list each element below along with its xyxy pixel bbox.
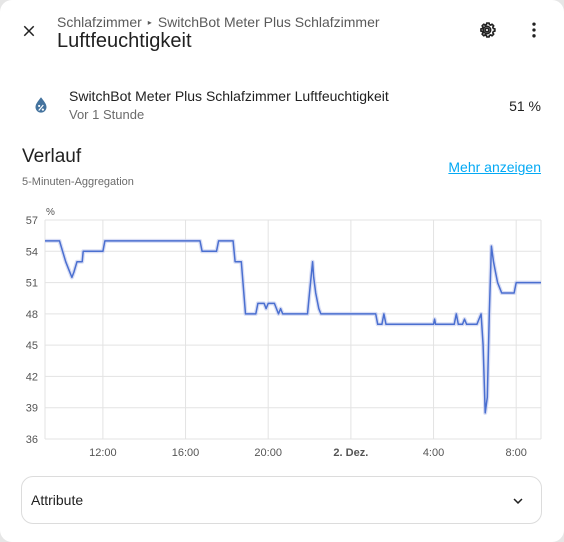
more-options-button[interactable] [520, 16, 548, 44]
settings-button[interactable] [473, 16, 501, 44]
close-button[interactable] [14, 16, 44, 46]
water-percent-icon [30, 94, 52, 116]
series-line-humidity [45, 240, 541, 414]
y-tick-label: 51 [26, 278, 38, 290]
y-unit-label: % [46, 207, 55, 218]
history-chart-svg: 57 54 51 48 45 42 39 36% 12:00 16:00 20:00 2. Dez. 4… [26, 207, 542, 459]
attributes-expander[interactable]: Attribute [21, 476, 542, 524]
x-tick-label: 12:00 [89, 447, 117, 459]
entity-state: 51 % [509, 98, 541, 114]
gear-icon [480, 22, 496, 38]
chevron-down-icon [507, 490, 529, 512]
entity-row: SwitchBot Meter Plus Schlafzimmer Luftfe… [0, 82, 564, 126]
entity-name: SwitchBot Meter Plus Schlafzimmer Luftfe… [69, 88, 389, 104]
breadcrumb-area[interactable]: Schlafzimmer [57, 14, 142, 30]
show-more-link[interactable]: Mehr anzeigen [448, 159, 541, 175]
series-minmax-band [45, 238, 541, 415]
close-icon [23, 25, 35, 37]
entity-last-changed: Vor 1 Stunde [69, 107, 145, 122]
more-vertical-icon [532, 22, 536, 38]
x-tick-label: 16:00 [172, 447, 200, 459]
breadcrumb: Schlafzimmer ▸ SwitchBot Meter Plus Schl… [57, 14, 380, 30]
y-tick-label: 39 [26, 403, 38, 415]
history-chart[interactable]: 57 54 51 48 45 42 39 36% 12:00 16:00 20:00 2. Dez. 4… [0, 200, 564, 470]
y-tick-label: 42 [26, 371, 38, 383]
x-tick-label: 4:00 [423, 447, 444, 459]
y-tick-label: 36 [26, 434, 38, 446]
x-tick-label: 20:00 [254, 447, 282, 459]
history-subtitle: 5-Minuten-Aggregation [22, 176, 134, 188]
attributes-label: Attribute [31, 492, 84, 508]
breadcrumb-separator-icon: ▸ [147, 17, 152, 27]
x-tick-label: 2. Dez. [333, 447, 368, 459]
breadcrumb-device[interactable]: SwitchBot Meter Plus Schlafzimmer [158, 14, 380, 30]
y-tick-label: 57 [26, 215, 38, 227]
more-info-dialog: Schlafzimmer ▸ SwitchBot Meter Plus Schl… [0, 0, 564, 542]
page-title: Luftfeuchtigkeit [57, 30, 192, 52]
dialog-header: Schlafzimmer ▸ SwitchBot Meter Plus Schl… [0, 0, 564, 64]
history-title: Verlauf [22, 146, 82, 167]
y-tick-label: 48 [26, 309, 38, 321]
x-tick-label: 8:00 [505, 447, 526, 459]
y-tick-label: 54 [26, 246, 38, 258]
y-tick-label: 45 [26, 340, 38, 352]
